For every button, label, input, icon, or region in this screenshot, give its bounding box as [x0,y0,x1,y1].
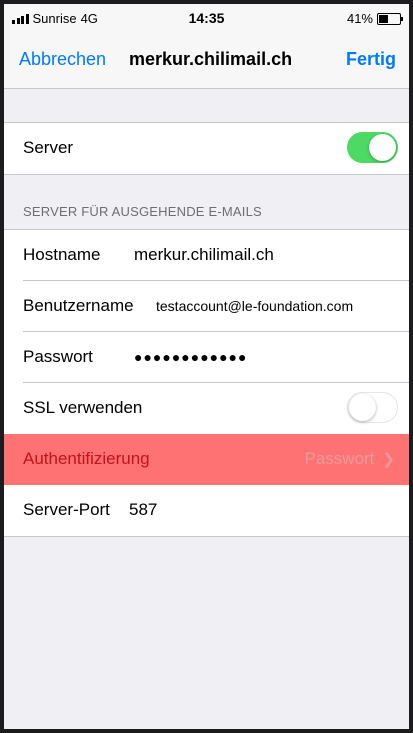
authentication-value: Passwort ❯ [305,449,396,469]
toggle-knob [369,134,396,161]
battery-icon [377,12,403,25]
outgoing-server-group: Hostname merkur.chilimail.ch Benutzernam… [4,229,409,537]
toggle-knob [349,393,376,421]
status-bar: Sunrise 4G 14:35 41% [4,4,409,32]
ssl-toggle[interactable] [347,392,398,423]
outgoing-section-header: SERVER FÜR AUSGEHENDE E-MAILS [23,204,262,219]
battery-percent: 41% [346,11,373,26]
server-label: Server [23,138,74,157]
battery-info: 41% [346,11,403,26]
authentication-label: Authentifizierung [23,449,150,468]
server-row: Server [4,123,409,174]
username-label: Benutzername [23,296,134,315]
settings-screen: Sunrise 4G 14:35 41% Abbrechen merkur.ch… [4,4,409,729]
done-button[interactable]: Fertig [346,49,396,70]
hostname-row[interactable]: Hostname merkur.chilimail.ch [4,230,409,281]
authentication-value-text: Passwort [304,449,375,468]
hostname-field[interactable]: merkur.chilimail.ch [134,245,274,265]
hostname-label: Hostname [23,245,101,264]
server-port-row[interactable]: Server-Port 587 [4,485,409,536]
server-port-label: Server-Port [23,500,110,519]
server-port-field[interactable]: 587 [129,500,157,520]
page-title: merkur.chilimail.ch [129,49,293,69]
navigation-bar: Abbrechen merkur.chilimail.ch Fertig [4,32,409,89]
chevron-right-icon: ❯ [382,451,395,468]
server-toggle[interactable] [347,132,398,163]
username-row[interactable]: Benutzername testaccount@le-foundation.c… [4,281,409,332]
server-group: Server [4,122,409,175]
username-field[interactable]: testaccount@le-foundation.com [156,298,353,314]
ssl-label: SSL verwenden [23,398,143,417]
cancel-button[interactable]: Abbrechen [19,49,106,70]
authentication-row[interactable]: Authentifizierung Passwort ❯ [4,434,409,485]
ssl-row: SSL verwenden [4,383,409,434]
password-label: Passwort [23,347,93,366]
password-field[interactable]: ●●●●●●●●●●●● [134,349,247,365]
password-row[interactable]: Passwort ●●●●●●●●●●●● [4,332,409,383]
